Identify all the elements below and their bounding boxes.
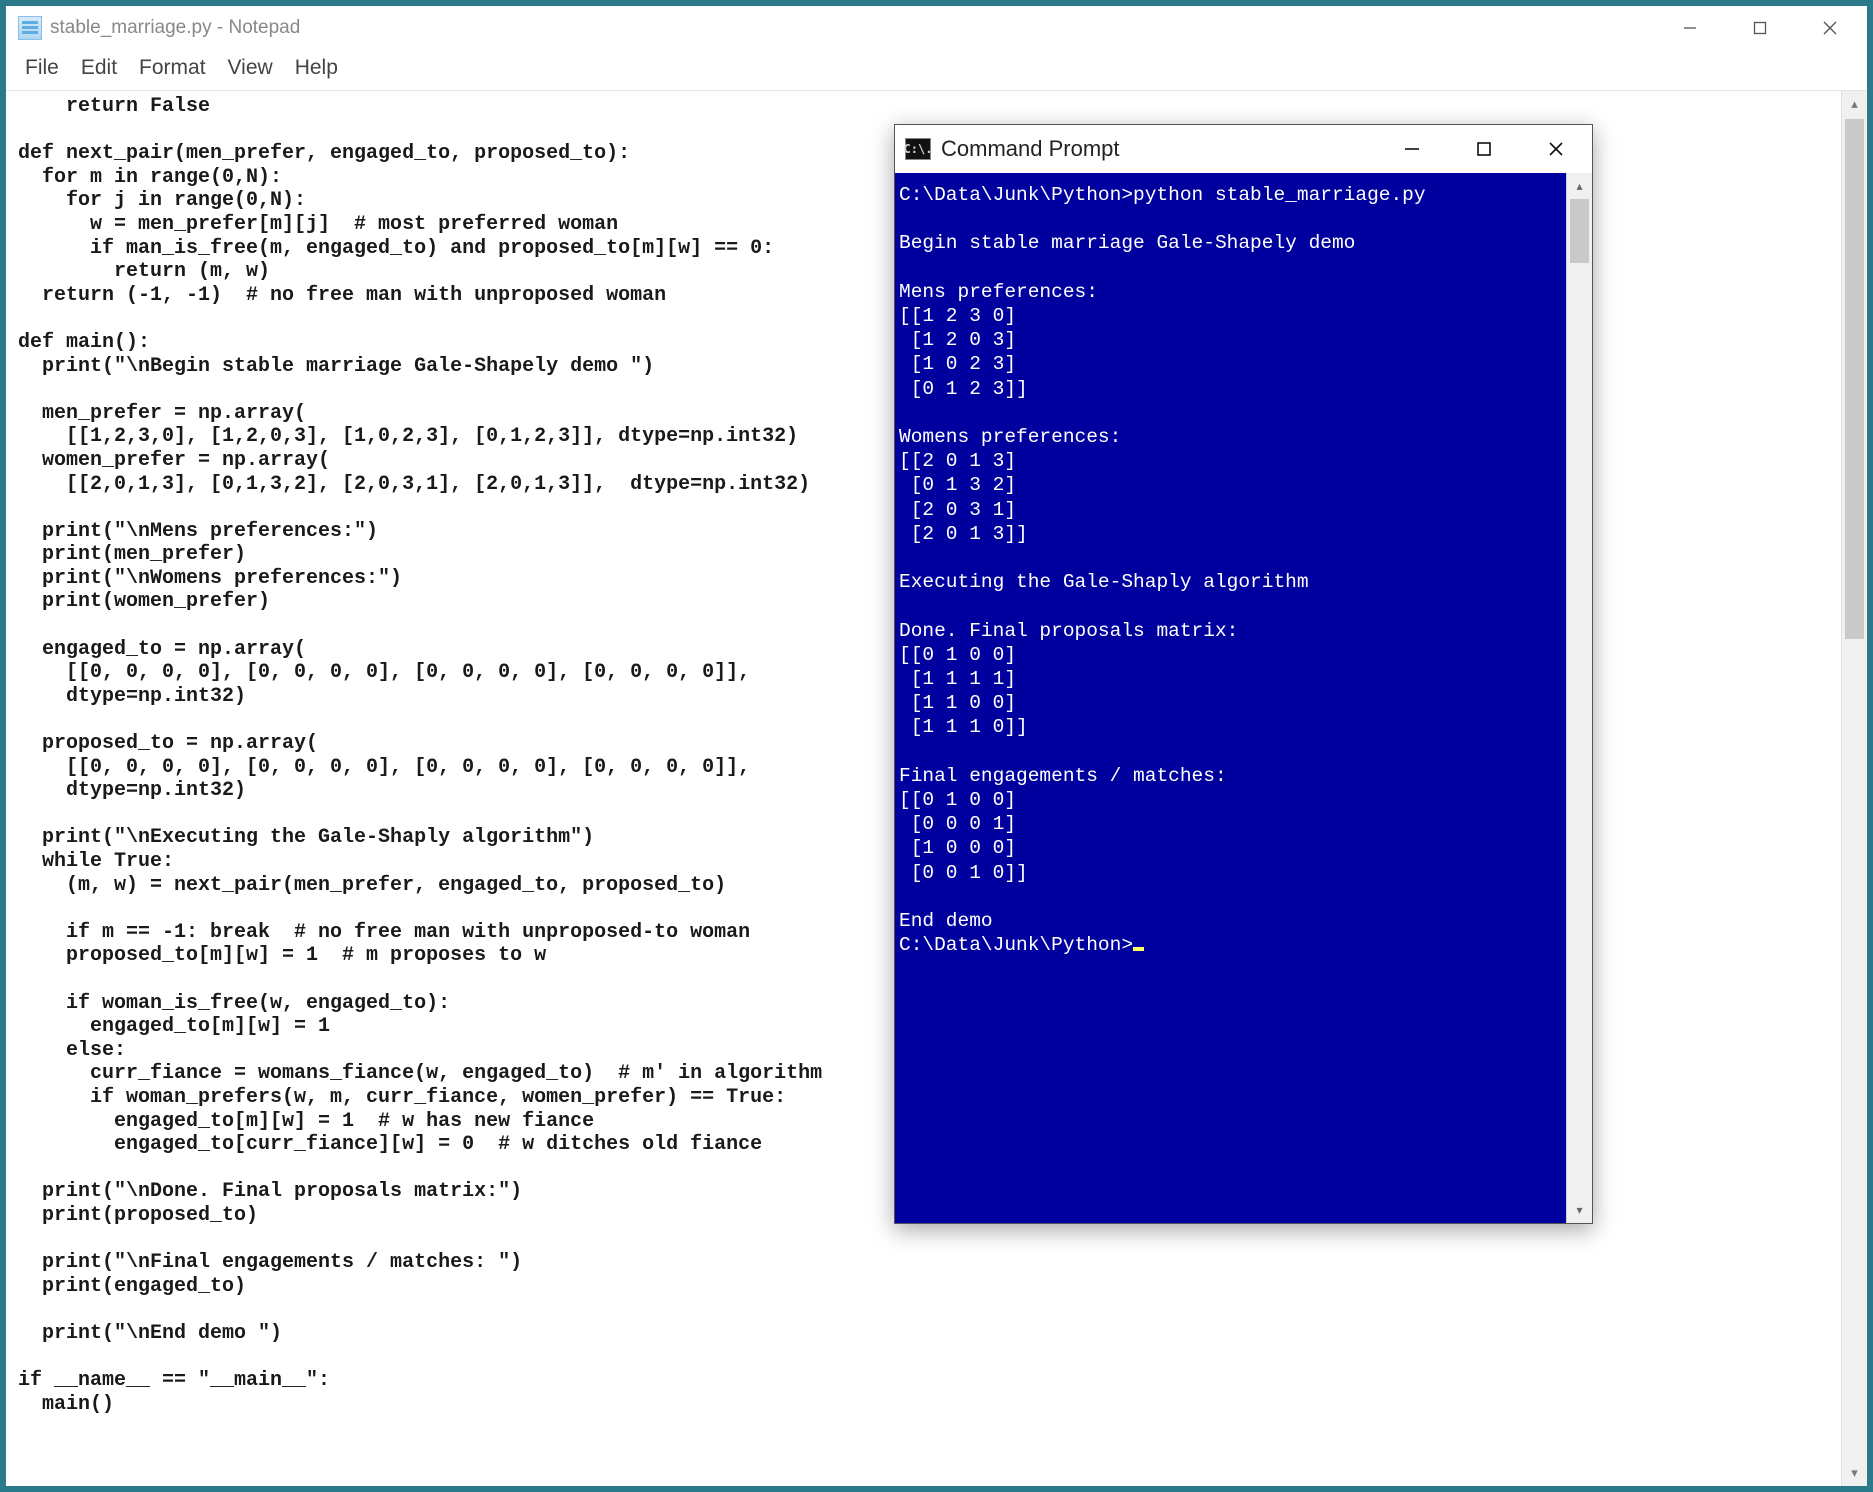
notepad-titlebar[interactable]: stable_marriage.py - Notepad — [6, 6, 1867, 50]
cmd-minimize-button[interactable] — [1376, 125, 1448, 173]
command-prompt-window: C:\. Command Prompt C:\Data\Junk\Python>… — [894, 124, 1593, 1224]
minimize-icon — [1404, 141, 1420, 157]
scroll-thumb[interactable] — [1845, 119, 1864, 639]
cmd-output: C:\Data\Junk\Python>python stable_marria… — [899, 184, 1426, 932]
scroll-down-icon[interactable]: ▾ — [1842, 1460, 1867, 1486]
editor-scrollbar[interactable]: ▴ ▾ — [1841, 91, 1867, 1486]
maximize-icon — [1753, 21, 1767, 35]
maximize-button[interactable] — [1725, 6, 1795, 50]
menu-edit[interactable]: Edit — [72, 54, 126, 82]
cmd-titlebar[interactable]: C:\. Command Prompt — [895, 125, 1592, 173]
cmd-scrollbar[interactable]: ▴ ▾ — [1566, 173, 1592, 1223]
cmd-output-area[interactable]: C:\Data\Junk\Python>python stable_marria… — [895, 173, 1566, 1223]
close-icon — [1548, 141, 1564, 157]
menu-view[interactable]: View — [219, 54, 282, 82]
scroll-up-icon[interactable]: ▴ — [1842, 91, 1867, 117]
scroll-up-icon[interactable]: ▴ — [1567, 173, 1592, 199]
cmd-close-button[interactable] — [1520, 125, 1592, 173]
window-controls — [1655, 6, 1865, 50]
menu-format[interactable]: Format — [130, 54, 215, 82]
scroll-down-icon[interactable]: ▾ — [1567, 1197, 1592, 1223]
minimize-button[interactable] — [1655, 6, 1725, 50]
maximize-icon — [1476, 141, 1492, 157]
editor-area: return False def next_pair(men_prefer, e… — [6, 91, 1867, 1486]
close-button[interactable] — [1795, 6, 1865, 50]
cmd-title: Command Prompt — [941, 136, 1120, 162]
notepad-window: stable_marriage.py - Notepad File Edit F… — [5, 5, 1868, 1487]
scroll-thumb[interactable] — [1570, 199, 1589, 263]
cmd-maximize-button[interactable] — [1448, 125, 1520, 173]
cursor-icon — [1133, 947, 1144, 951]
window-title: stable_marriage.py - Notepad — [50, 17, 300, 39]
menu-help[interactable]: Help — [286, 54, 347, 82]
notepad-icon — [18, 16, 42, 40]
close-icon — [1823, 21, 1837, 35]
menu-file[interactable]: File — [16, 54, 68, 82]
minimize-icon — [1683, 21, 1697, 35]
menubar: File Edit Format View Help — [6, 50, 1867, 91]
cmd-icon: C:\. — [905, 138, 931, 160]
cmd-prompt: C:\Data\Junk\Python> — [899, 934, 1133, 956]
